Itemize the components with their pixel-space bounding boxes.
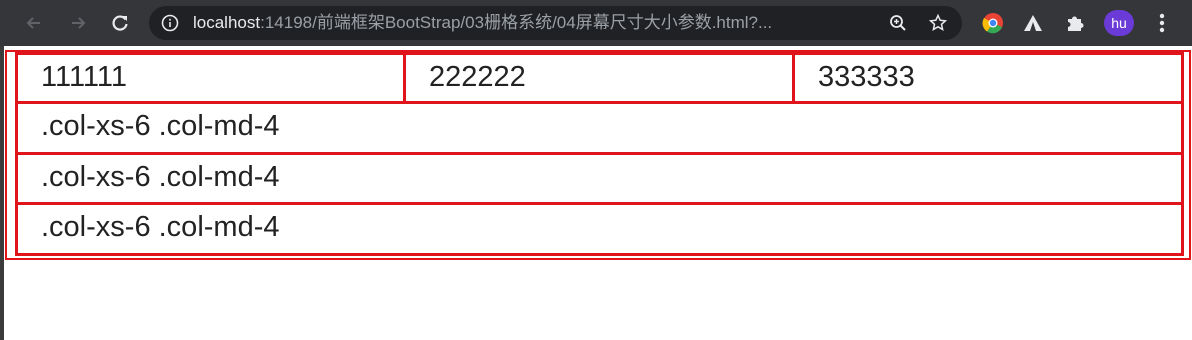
address-bar[interactable]: localhost:14198/前端框架BootStrap/03栅格系统/04屏… bbox=[149, 6, 962, 40]
forward-button[interactable] bbox=[64, 9, 92, 37]
grid-cell-2: 222222 bbox=[403, 52, 795, 104]
page-viewport: 111111 222222 333333 .col-xs-6 .col-md-4… bbox=[0, 46, 1192, 340]
browser-toolbar: localhost:14198/前端框架BootStrap/03栅格系统/04屏… bbox=[0, 0, 1192, 46]
devtools-edge bbox=[0, 46, 4, 340]
grid-cell-1: 111111 bbox=[15, 52, 406, 104]
triangle-extension-button[interactable] bbox=[1022, 12, 1044, 34]
grid-cell-3: 333333 bbox=[792, 52, 1184, 104]
extension-triangle-icon bbox=[1024, 15, 1042, 31]
chrome-extension-icon bbox=[982, 13, 1003, 34]
forward-arrow-icon bbox=[72, 17, 86, 29]
chrome-extension-button[interactable] bbox=[982, 12, 1004, 34]
back-button[interactable] bbox=[20, 9, 48, 37]
site-info-icon[interactable] bbox=[161, 14, 179, 32]
extensions-button[interactable] bbox=[1064, 12, 1086, 34]
back-arrow-icon bbox=[26, 17, 40, 29]
profile-avatar[interactable]: hu bbox=[1104, 10, 1134, 36]
reload-icon bbox=[112, 15, 128, 31]
url-text[interactable]: localhost:14198/前端框架BootStrap/03栅格系统/04屏… bbox=[193, 6, 823, 40]
url-host: localhost bbox=[193, 13, 261, 32]
grid-cell-6: .col-xs-6 .col-md-4 bbox=[15, 202, 1184, 256]
grid-cell-5: .col-xs-6 .col-md-4 bbox=[15, 152, 1184, 205]
reload-button[interactable] bbox=[106, 9, 134, 37]
bookmark-star-icon[interactable] bbox=[929, 14, 947, 32]
puzzle-extensions-icon bbox=[1068, 16, 1084, 31]
more-menu-icon[interactable] bbox=[1152, 11, 1172, 35]
url-path: :14198/前端框架BootStrap/03栅格系统/04屏幕尺寸大小参数.h… bbox=[260, 13, 773, 32]
grid-cell-4: .col-xs-6 .col-md-4 bbox=[15, 101, 1184, 155]
zoom-icon[interactable] bbox=[889, 14, 907, 32]
